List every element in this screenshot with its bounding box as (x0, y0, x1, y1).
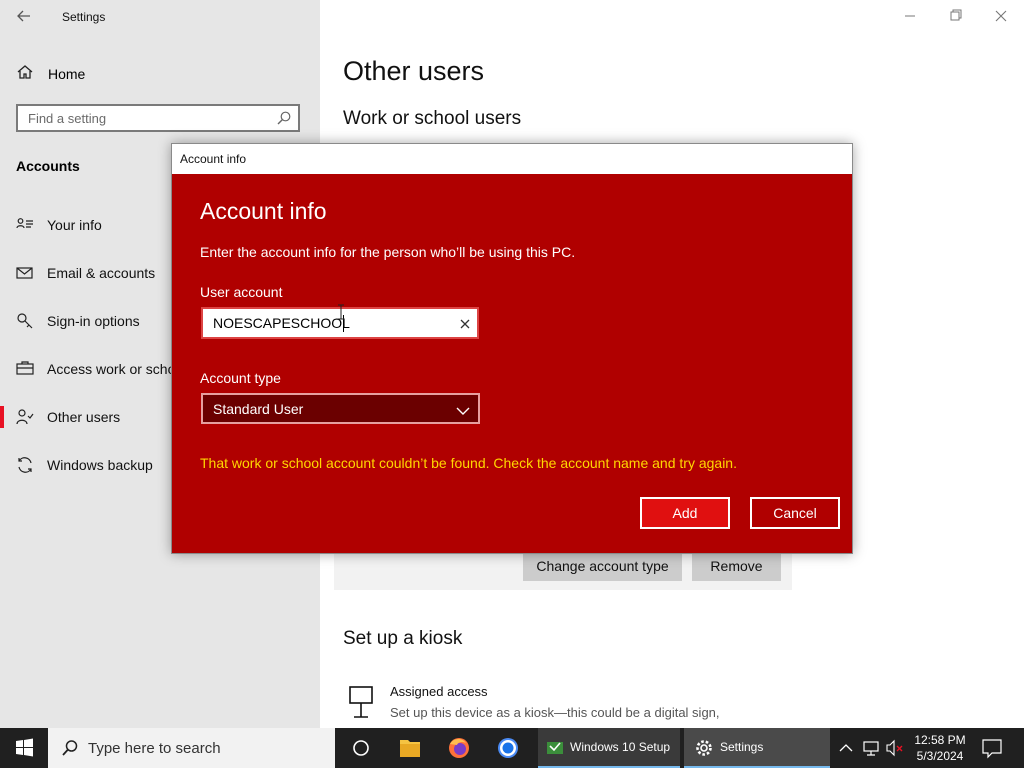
taskbar-app-settings[interactable]: Settings (684, 728, 830, 768)
taskbar-app-windows-setup[interactable]: Windows 10 Setup (538, 728, 680, 768)
account-type-dropdown[interactable]: Standard User (201, 393, 480, 424)
sidebar-item-work-school[interactable]: Access work or school (0, 354, 175, 384)
remove-button[interactable]: Remove (692, 551, 781, 581)
sidebar-item-home[interactable]: Home (16, 64, 85, 84)
assigned-access-link[interactable]: Assigned access (390, 684, 488, 699)
kiosk-icon (348, 686, 376, 725)
person-card-icon (16, 216, 34, 234)
sidebar-item-email[interactable]: Email & accounts (0, 258, 175, 288)
change-account-type-button[interactable]: Change account type (523, 551, 682, 581)
user-account-label: User account (200, 284, 283, 300)
app-title: Settings (62, 10, 106, 24)
home-icon (16, 63, 34, 86)
dialog-titlebar: Account info (172, 144, 852, 174)
people-icon (16, 408, 34, 426)
taskbar: Type here to search Windows 10 Setup Set… (0, 728, 1024, 768)
page-title: Other users (343, 56, 485, 86)
sidebar-item-other-users[interactable]: Other users (0, 402, 175, 432)
cancel-button[interactable]: Cancel (750, 497, 840, 529)
account-type-value: Standard User (213, 401, 304, 417)
taskbar-search[interactable]: Type here to search (48, 728, 335, 768)
mail-icon (16, 264, 34, 282)
find-setting-input[interactable]: Find a setting (16, 104, 300, 132)
dialog-heading: Account info (200, 198, 327, 224)
gear-icon (694, 738, 714, 763)
sidebar-item-label: Your info (47, 217, 102, 233)
taskbar-app-label: Windows 10 Setup (570, 740, 671, 754)
sidebar-item-label: Windows backup (47, 457, 153, 473)
assigned-access-description: Set up this device as a kiosk—this could… (390, 705, 720, 720)
sidebar-item-label: Email & accounts (47, 265, 156, 281)
sidebar-item-your-info[interactable]: Your info (0, 210, 175, 240)
sidebar-item-label: Other users (47, 409, 121, 425)
sidebar-item-label: Sign-in options (47, 313, 140, 329)
file-explorer-icon[interactable] (386, 728, 434, 768)
clear-icon[interactable] (459, 317, 471, 329)
clock-time: 12:58 PM (914, 733, 966, 747)
dialog-window-title: Account info (180, 152, 247, 166)
search-icon (276, 110, 292, 131)
sidebar-item-backup[interactable]: Windows backup (0, 450, 175, 480)
system-clock[interactable]: 12:58 PM 5/3/2024 (908, 732, 972, 764)
sidebar-item-label: Access work or school (47, 361, 175, 377)
start-button[interactable] (0, 728, 48, 768)
add-button[interactable]: Add (640, 497, 730, 529)
ibeam-cursor-icon (337, 304, 345, 325)
search-icon (60, 738, 80, 763)
notifications-icon[interactable] (978, 728, 1006, 768)
clock-date: 5/3/2024 (916, 749, 964, 763)
error-message: That work or school account couldn’t be … (200, 455, 737, 471)
taskbar-search-placeholder: Type here to search (88, 740, 221, 757)
work-school-heading: Work or school users (343, 108, 522, 129)
back-arrow-icon[interactable] (14, 6, 34, 26)
user-account-value: NOESCAPESCHOOL (213, 315, 350, 331)
chevron-down-icon (456, 403, 470, 421)
volume-muted-icon[interactable] (884, 728, 906, 768)
account-info-dialog: Account info Account info Enter the acco… (171, 143, 853, 554)
chevron-up-icon[interactable] (836, 728, 856, 768)
key-icon (16, 312, 34, 330)
home-label: Home (48, 66, 86, 82)
close-button[interactable] (988, 6, 1016, 26)
kiosk-heading: Set up a kiosk (343, 628, 463, 649)
firefox-icon[interactable] (435, 728, 483, 768)
setup-icon (546, 739, 564, 762)
chrome-icon[interactable] (484, 728, 532, 768)
sidebar-item-sign-in[interactable]: Sign-in options (0, 306, 175, 336)
section-heading: Accounts (16, 158, 80, 174)
sync-icon (16, 456, 34, 474)
task-view-icon[interactable] (337, 728, 385, 768)
account-type-label: Account type (200, 370, 281, 386)
dialog-description: Enter the account info for the person wh… (200, 244, 576, 260)
minimize-button[interactable] (896, 6, 924, 26)
restore-button[interactable] (942, 6, 970, 26)
find-setting-placeholder: Find a setting (28, 111, 107, 126)
network-icon[interactable] (860, 728, 882, 768)
taskbar-app-label: Settings (720, 740, 764, 754)
briefcase-icon (16, 360, 34, 378)
